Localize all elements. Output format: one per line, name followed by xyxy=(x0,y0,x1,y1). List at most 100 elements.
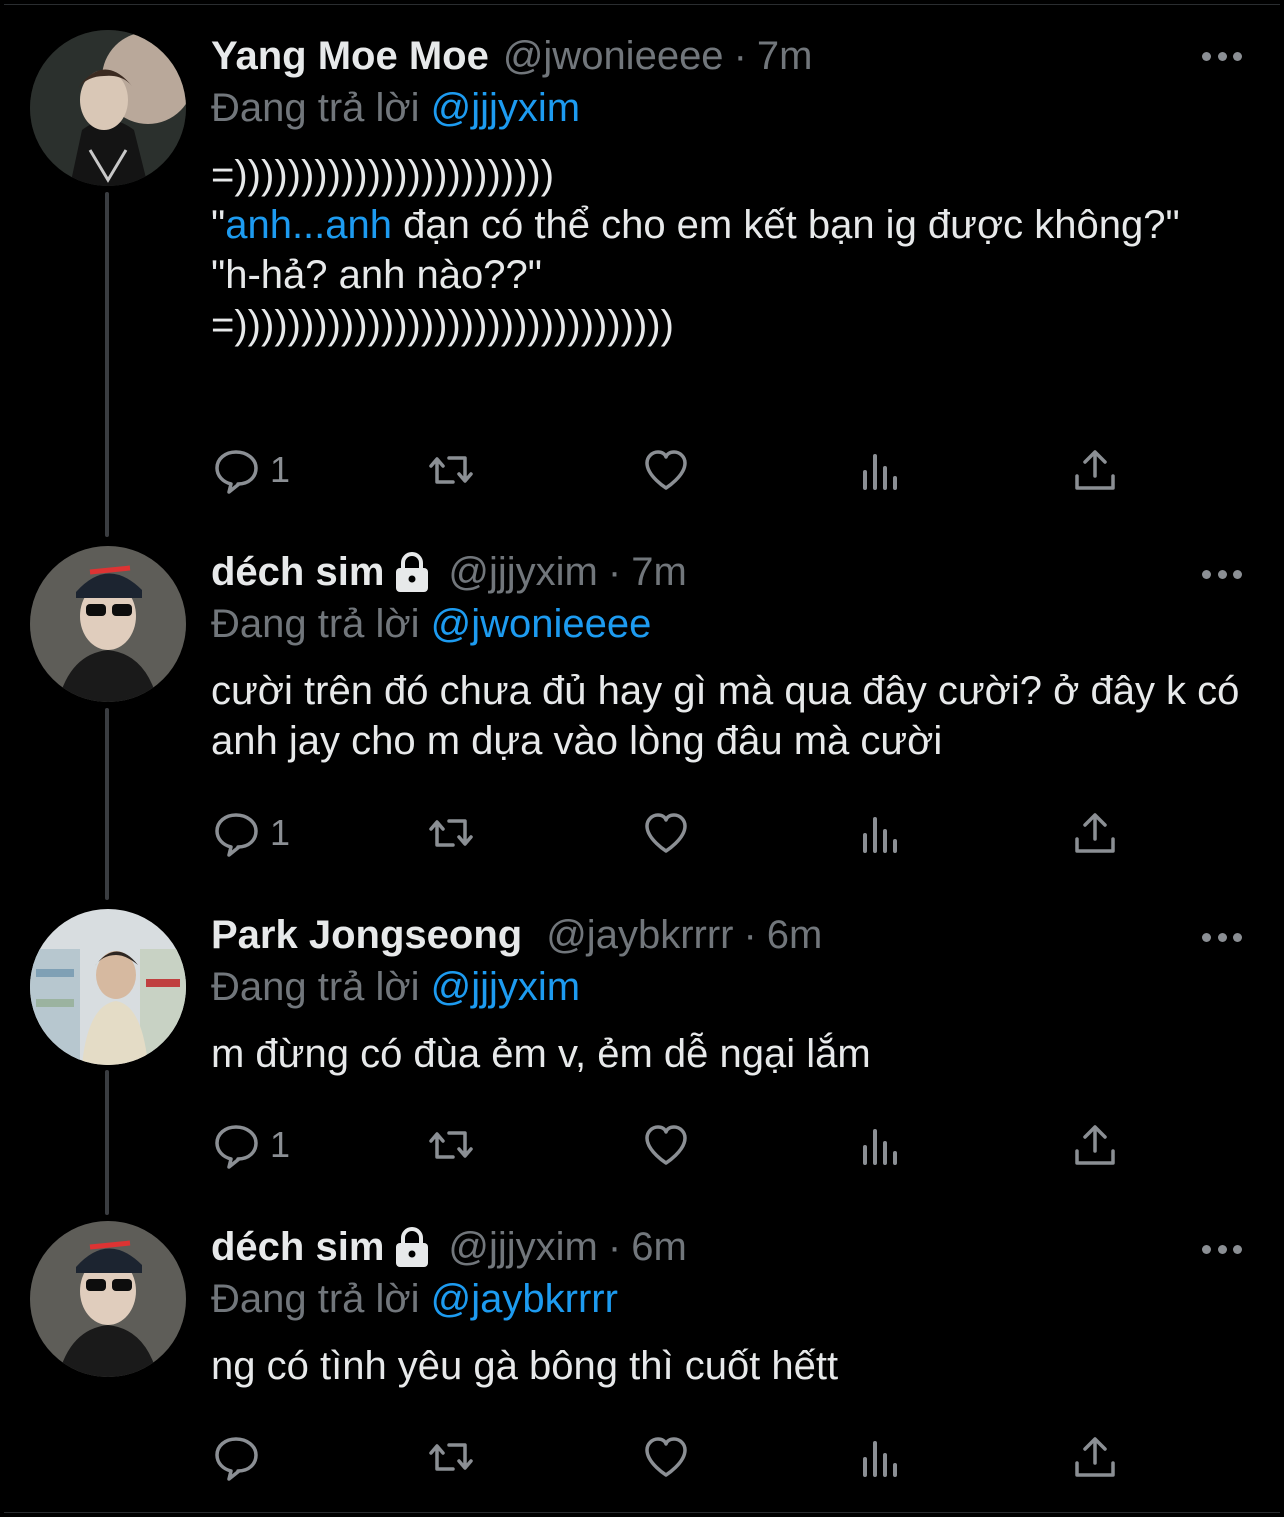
replying-to: Đang trả lời @jjjyxim xyxy=(211,82,1244,134)
separator: · xyxy=(607,1225,622,1269)
tweet-text: cười trên đó chưa đủ hay gì mà qua đây c… xyxy=(211,669,1251,763)
like-icon xyxy=(642,1121,690,1169)
reply-button[interactable] xyxy=(212,1427,270,1487)
retweet-icon xyxy=(427,446,475,494)
tweet-actions: 1 xyxy=(0,440,1284,500)
reply-count: 1 xyxy=(270,1124,291,1165)
tweet-header: Park Jongseong @jaybkrrrr · 6m xyxy=(211,909,1244,961)
like-icon xyxy=(642,1433,690,1481)
replying-to: Đang trả lời @jjjyxim xyxy=(211,961,1244,1013)
avatar[interactable] xyxy=(30,30,186,186)
replying-prefix: Đang trả lời xyxy=(211,965,431,1009)
user-handle[interactable]: @jwonieeee xyxy=(503,30,724,82)
avatar[interactable] xyxy=(30,546,186,702)
tweet-actions: 1 xyxy=(0,1115,1284,1175)
views-icon xyxy=(857,809,905,857)
retweet-icon xyxy=(427,1433,475,1481)
separator: · xyxy=(743,913,757,957)
tweet-text: m đừng có đùa ẻm v, ẻm dễ ngại lắm xyxy=(211,1032,871,1076)
replying-prefix: Đang trả lời xyxy=(211,1277,431,1321)
tweet-content: Park Jongseong @jaybkrrrr · 6m Đang trả … xyxy=(211,909,1244,1079)
replying-mention[interactable]: @jjjyxim xyxy=(431,86,580,130)
tweet-text: ng có tình yêu gà bông thì cuốt hếtt xyxy=(211,1344,839,1388)
separator: · xyxy=(607,550,622,594)
more-icon[interactable] xyxy=(1202,46,1242,66)
reply-count: 1 xyxy=(270,812,291,853)
replying-to: Đang trả lời @jaybkrrrr xyxy=(211,1273,1244,1325)
retweet-icon xyxy=(427,1121,475,1169)
more-icon[interactable] xyxy=(1202,927,1242,947)
tweet-header: Yang Moe Moe @jwonieeee · 7m xyxy=(211,30,1244,82)
replying-mention[interactable]: @jaybkrrrr xyxy=(431,1277,618,1321)
share-button[interactable] xyxy=(1071,803,1119,863)
user-handle[interactable]: @jjjyxim xyxy=(448,546,597,598)
user-handle[interactable]: @jaybkrrrr xyxy=(546,909,733,961)
views-button[interactable] xyxy=(857,803,905,863)
views-icon xyxy=(857,1433,905,1481)
views-button[interactable] xyxy=(857,1115,905,1175)
tweet-link[interactable]: anh...anh xyxy=(225,203,392,247)
share-icon xyxy=(1071,1433,1119,1481)
display-name[interactable]: déch sim xyxy=(211,546,384,598)
share-button[interactable] xyxy=(1071,440,1119,500)
reply-button[interactable]: 1 xyxy=(212,1115,290,1175)
replying-mention[interactable]: @jwonieeee xyxy=(431,602,652,646)
tweet-header: déch sim @jjjyxim · 6m xyxy=(211,1221,1244,1273)
views-icon xyxy=(857,446,905,494)
display-name[interactable]: Park Jongseong xyxy=(211,909,522,961)
text-line: =)))))))))))))))))))))))) xyxy=(211,153,555,197)
timestamp[interactable]: 7m xyxy=(631,546,687,598)
replying-to: Đang trả lời @jwonieeee xyxy=(211,598,1244,650)
like-button[interactable] xyxy=(642,440,690,500)
reply-icon xyxy=(212,1121,260,1169)
share-button[interactable] xyxy=(1071,1115,1119,1175)
share-icon xyxy=(1071,809,1119,857)
timestamp[interactable]: 6m xyxy=(631,1221,687,1273)
tweet-content: déch sim @jjjyxim · 7m Đang trả lời @jwo… xyxy=(211,546,1244,766)
share-button[interactable] xyxy=(1071,1427,1119,1487)
separator: · xyxy=(733,34,747,78)
retweet-button[interactable] xyxy=(427,440,475,500)
text-line: "h-hả? anh nào??" xyxy=(211,253,542,297)
reply-button[interactable]: 1 xyxy=(212,803,290,863)
tweet-content: Yang Moe Moe @jwonieeee · 7m Đang trả lờ… xyxy=(211,30,1244,350)
like-button[interactable] xyxy=(642,1115,690,1175)
like-button[interactable] xyxy=(642,803,690,863)
lock-icon xyxy=(390,550,434,594)
like-icon xyxy=(642,446,690,494)
display-name[interactable]: Yang Moe Moe xyxy=(211,30,489,82)
more-icon[interactable] xyxy=(1202,1239,1242,1259)
replying-prefix: Đang trả lời xyxy=(211,86,431,130)
replying-mention[interactable]: @jjjyxim xyxy=(431,965,580,1009)
reply-count: 1 xyxy=(270,449,291,490)
tweet-header: déch sim @jjjyxim · 7m xyxy=(211,546,1244,598)
reply-icon xyxy=(212,809,260,857)
like-button[interactable] xyxy=(642,1427,690,1487)
like-icon xyxy=(642,809,690,857)
text-line: "anh...anh đạn có thể cho em kết bạn ig … xyxy=(211,200,1244,250)
share-icon xyxy=(1071,1121,1119,1169)
user-handle[interactable]: @jjjyxim xyxy=(448,1221,597,1273)
views-button[interactable] xyxy=(857,440,905,500)
text-line: =))))))))))))))))))))))))))))))))) xyxy=(211,303,674,347)
tweet-actions xyxy=(0,1427,1284,1487)
lock-icon xyxy=(390,1225,434,1269)
more-icon[interactable] xyxy=(1202,564,1242,584)
replying-prefix: Đang trả lời xyxy=(211,602,431,646)
display-name[interactable]: déch sim xyxy=(211,1221,384,1273)
reply-icon xyxy=(212,1433,260,1481)
views-button[interactable] xyxy=(857,1427,905,1487)
retweet-button[interactable] xyxy=(427,803,475,863)
timestamp[interactable]: 7m xyxy=(757,30,813,82)
reply-button[interactable]: 1 xyxy=(212,440,290,500)
retweet-button[interactable] xyxy=(427,1427,475,1487)
share-icon xyxy=(1071,446,1119,494)
retweet-button[interactable] xyxy=(427,1115,475,1175)
avatar[interactable] xyxy=(30,909,186,1065)
reply-icon xyxy=(212,446,260,494)
tweet-text: =)))))))))))))))))))))))) "anh...anh đạn … xyxy=(211,150,1244,350)
timestamp[interactable]: 6m xyxy=(767,909,823,961)
tweet-content: déch sim @jjjyxim · 6m Đang trả lời @jay… xyxy=(211,1221,1244,1391)
avatar[interactable] xyxy=(30,1221,186,1377)
quote-mark: " xyxy=(211,203,226,247)
